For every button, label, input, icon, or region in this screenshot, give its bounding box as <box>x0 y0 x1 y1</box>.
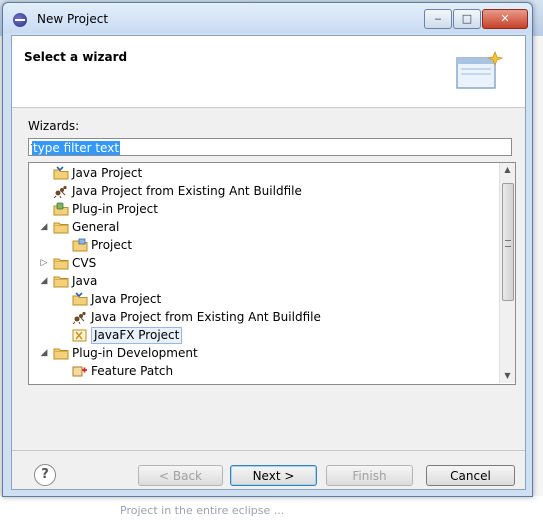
tree-item[interactable]: ◢ Plug-in Development <box>29 344 497 362</box>
background-app-editor: Project in the entire eclipse ... <box>0 496 543 521</box>
back-button[interactable]: < Back <box>138 465 223 486</box>
tree-item-label: Java <box>72 274 98 288</box>
expand-arrow-icon[interactable]: ◢ <box>39 344 49 362</box>
java-project-icon <box>53 166 69 180</box>
plugin-project-icon <box>53 202 69 216</box>
tree-scrollbar[interactable]: ▲ ▼ <box>499 163 515 383</box>
feature-patch-icon <box>72 364 88 378</box>
wizards-label: Wizards: <box>28 119 80 133</box>
wizard-banner-icon <box>456 50 504 89</box>
java-project-icon <box>72 292 88 306</box>
filter-text-selection: type filter text <box>32 141 121 155</box>
expand-arrow-icon[interactable]: ◢ <box>39 218 49 236</box>
folder-icon <box>53 256 69 270</box>
tree-item-label: Java Project from Existing Ant Buildfile <box>91 310 321 324</box>
button-bar-divider <box>12 450 525 451</box>
minimize-button[interactable]: ‒ <box>424 9 452 29</box>
title-bar[interactable]: New Project ‒ □ ✕ <box>3 3 532 33</box>
tree-item-label: Java Project from Existing Ant Buildfile <box>72 184 302 198</box>
tree-item[interactable]: Java Project <box>29 164 497 182</box>
tree-item[interactable]: ◢ Java <box>29 272 497 290</box>
finish-button[interactable]: Finish <box>326 465 413 486</box>
tree-item-label: CVS <box>72 256 97 270</box>
tree-item[interactable]: Java Project from Existing Ant Buildfile <box>29 308 497 326</box>
maximize-button[interactable]: □ <box>453 9 481 29</box>
tree-item[interactable]: Java Project <box>29 290 497 308</box>
folder-icon <box>53 346 69 360</box>
tree-item-label: Plug-in Development <box>72 346 198 360</box>
tree-item[interactable]: Plug-in Project <box>29 200 497 218</box>
javafx-project-icon <box>72 328 88 342</box>
tree-item[interactable]: Feature Patch <box>29 362 497 380</box>
ant-project-icon <box>72 310 88 325</box>
tree-item[interactable]: ▷ CVS <box>29 254 497 272</box>
wizard-tree[interactable]: Java Project Java Project from Existing A… <box>28 162 516 385</box>
wizard-header: Select a wizard <box>12 36 525 108</box>
ant-project-icon <box>53 184 69 199</box>
eclipse-icon <box>13 13 27 27</box>
cancel-button[interactable]: Cancel <box>426 465 515 486</box>
dialog-content: Select a wizard Wizards: type filter tex… <box>11 35 526 490</box>
scroll-down-icon[interactable]: ▼ <box>500 369 515 383</box>
expand-arrow-icon[interactable]: ◢ <box>39 272 49 290</box>
header-title: Select a wizard <box>24 50 128 64</box>
window-title: New Project <box>37 12 109 26</box>
tree-item-label: Feature Patch <box>91 364 174 378</box>
tree-item-label: Project <box>91 238 133 252</box>
close-button[interactable]: ✕ <box>482 9 528 29</box>
tree-item-label: General <box>72 220 120 234</box>
folder-icon <box>53 274 69 288</box>
background-text: Project in the entire eclipse ... <box>120 504 285 517</box>
tree-item-label: Java Project <box>72 166 143 180</box>
project-icon <box>72 238 88 252</box>
folder-icon <box>53 220 69 234</box>
tree-item[interactable]: Project <box>29 236 497 254</box>
tree-item-label: Plug-in Project <box>72 202 158 216</box>
tree-item[interactable]: ◢ General <box>29 218 497 236</box>
help-icon[interactable]: ? <box>34 464 56 486</box>
collapse-arrow-icon[interactable]: ▷ <box>39 254 49 272</box>
tree-item[interactable]: JavaFX Project <box>29 326 497 344</box>
tree-item[interactable]: Java Project from Existing Ant Buildfile <box>29 182 497 200</box>
new-project-dialog: New Project ‒ □ ✕ Select a wizard Wizard… <box>2 2 533 497</box>
tree-item-label: Java Project <box>91 292 162 306</box>
tree-item-label: JavaFX Project <box>91 327 183 344</box>
scroll-thumb[interactable] <box>502 183 514 301</box>
scroll-up-icon[interactable]: ▲ <box>500 163 515 177</box>
next-button[interactable]: Next > <box>230 465 317 486</box>
